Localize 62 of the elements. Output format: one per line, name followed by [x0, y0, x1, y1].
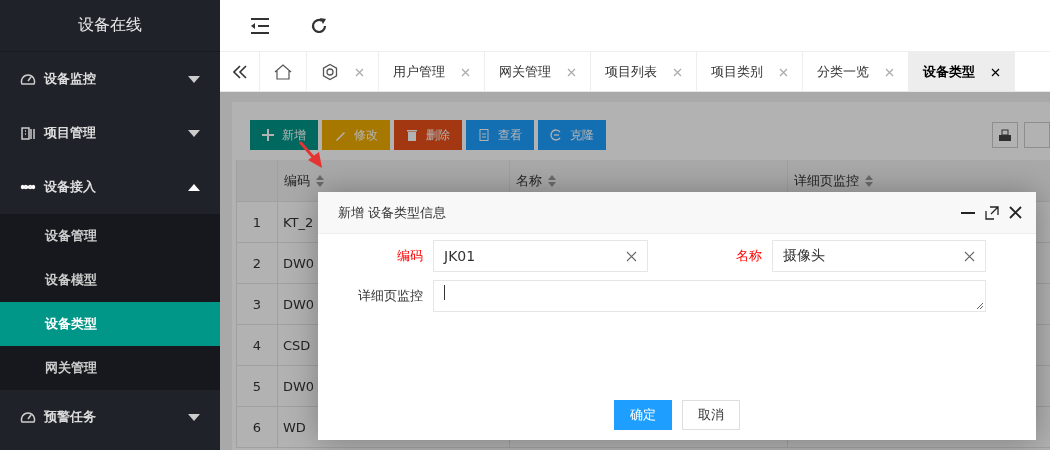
sidebar-label: 设备接入: [44, 178, 97, 196]
field-label: 详细页监控: [357, 287, 423, 305]
sidebar-label: 预警任务: [44, 408, 97, 426]
close-icon[interactable]: [991, 67, 1000, 77]
sidebar-item[interactable]: 项目管理: [0, 106, 220, 160]
text-field[interactable]: 摄像头: [772, 240, 986, 272]
row-number: 5: [237, 366, 278, 407]
row-number: 6: [237, 407, 278, 448]
row-number: 1: [237, 202, 278, 243]
tab-label: 项目类别: [711, 63, 763, 81]
gauge-icon: [20, 409, 36, 425]
export-button[interactable]: [1024, 122, 1050, 148]
textarea-field[interactable]: [433, 280, 986, 312]
refresh-icon[interactable]: [310, 16, 328, 35]
row-number: 3: [237, 284, 278, 325]
home-icon: [274, 64, 292, 80]
text-field[interactable]: JK01: [433, 240, 648, 272]
building-icon: [20, 125, 36, 141]
print-button[interactable]: [992, 122, 1018, 148]
column-header[interactable]: 编码: [284, 171, 310, 190]
dialog-title: 新增 设备类型信息: [338, 203, 448, 222]
clear-icon[interactable]: [626, 250, 637, 262]
printer-icon: [998, 128, 1012, 142]
close-icon[interactable]: [1009, 206, 1022, 219]
sidebar-item[interactable]: 预警任务: [0, 390, 220, 444]
sidebar-subitem[interactable]: 网关管理: [0, 346, 220, 390]
plus-icon: [262, 129, 274, 141]
double-chevron-left-icon[interactable]: [232, 64, 247, 79]
sidebar-subitem[interactable]: 设备模型: [0, 258, 220, 302]
gauge-icon: [20, 71, 36, 87]
field-label: 编码: [396, 247, 423, 265]
sidebar-subitem[interactable]: 设备类型: [0, 302, 220, 346]
sort-icon[interactable]: [316, 174, 324, 187]
tab-label: 设备类型: [923, 63, 975, 81]
tab-label: 项目列表: [605, 63, 657, 81]
sidebar-item[interactable]: 设备接入: [0, 160, 220, 214]
maximize-icon[interactable]: [985, 205, 999, 220]
trash-icon: [406, 129, 418, 141]
sidebar-subitem[interactable]: 设备管理: [0, 214, 220, 258]
pencil-icon: [334, 129, 346, 141]
tab-label: 网关管理: [499, 63, 551, 81]
clear-icon[interactable]: [964, 250, 975, 262]
tab[interactable]: 设备类型: [909, 52, 1015, 91]
tab-label: 用户管理: [393, 63, 445, 81]
document-icon: [478, 129, 490, 141]
column-header[interactable]: 详细页监控: [794, 171, 859, 190]
sort-icon[interactable]: [865, 174, 873, 187]
sort-icon[interactable]: [548, 174, 556, 187]
sidebar-item[interactable]: 设备监控: [0, 52, 220, 106]
menu-collapse-icon[interactable]: [250, 16, 270, 35]
resize-grip-icon: [976, 302, 984, 310]
row-number: 4: [237, 325, 278, 366]
settings-icon: [321, 63, 339, 81]
column-header[interactable]: 名称: [516, 171, 542, 190]
cancel-button[interactable]: 取消: [682, 400, 740, 430]
field-label: 名称: [735, 247, 762, 265]
arrow-annotation-icon: [298, 140, 324, 170]
tab-label: 分类一览: [817, 63, 869, 81]
sidebar-label: 项目管理: [44, 124, 97, 142]
row-number: 2: [237, 243, 278, 284]
circle-arrow-icon: [550, 129, 562, 141]
sidebar-label: 设备监控: [44, 70, 97, 88]
